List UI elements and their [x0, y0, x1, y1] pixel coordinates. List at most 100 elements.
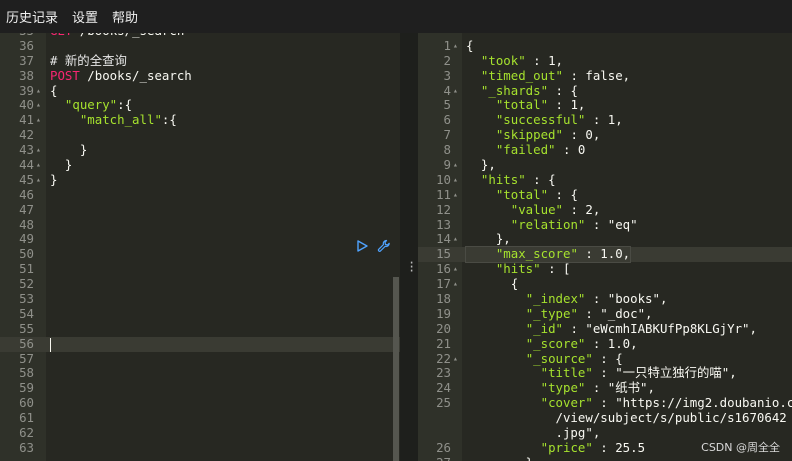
request-line-number: 54 [19, 305, 34, 321]
code-token: "_id" [525, 320, 563, 336]
response-line[interactable]: 11 ▴ "total" : { [418, 186, 792, 203]
response-line[interactable]: 20 "_id" : "eWcmhIABKUfPp8KLGjYr", [418, 320, 792, 337]
request-code: # 新的全查询 [50, 53, 127, 69]
fold-arrow-icon[interactable]: ▴ [453, 277, 458, 292]
menu-help[interactable]: 帮助 [112, 7, 138, 26]
response-line[interactable]: 18 "_index" : "books", [418, 291, 792, 307]
response-line[interactable]: 17 ▴ { [418, 276, 792, 292]
code-token: } [466, 455, 533, 461]
request-line-number: 49 [19, 231, 34, 247]
request-line[interactable]: 55 [0, 321, 400, 337]
fold-arrow-icon[interactable]: ▴ [36, 84, 41, 99]
play-triangle-icon[interactable] [355, 239, 369, 253]
request-line[interactable]: 40 ▴ "query":{ [0, 98, 400, 113]
request-line[interactable]: 39 ▴ { [0, 83, 400, 99]
request-line[interactable]: 41 ▴ "match_all":{ [0, 112, 400, 128]
splitter-handle-icon[interactable]: · · · [408, 257, 415, 277]
response-line-number: 27 [418, 455, 451, 461]
request-line[interactable]: 58 [0, 366, 400, 381]
response-code: "type" : "纸书", [466, 380, 655, 396]
request-line[interactable]: 49 [0, 232, 400, 247]
request-line[interactable]: 63 [0, 440, 400, 456]
code-token: : 1, [585, 112, 623, 128]
response-line-number: 13 [436, 216, 451, 232]
request-line-number: 36 [19, 37, 34, 53]
request-line[interactable]: 42 [0, 127, 400, 143]
request-line[interactable]: 50 [0, 246, 400, 262]
request-line[interactable]: 60 [0, 395, 400, 411]
fold-arrow-icon[interactable]: ▴ [453, 158, 458, 173]
request-scrollbar[interactable] [392, 33, 400, 461]
fold-arrow-icon[interactable]: ▴ [453, 262, 458, 277]
request-line[interactable]: 54 [0, 305, 400, 322]
code-token: : "books", [585, 291, 668, 307]
request-scrollbar-thumb[interactable] [393, 277, 399, 461]
response-line[interactable]: 12 "value" : 2, [418, 202, 792, 218]
fold-arrow-icon[interactable]: ▴ [453, 232, 458, 247]
response-line[interactable]: 4 ▴ "_shards" : { [418, 83, 792, 99]
response-code: "max_score" : 1.0, [464, 246, 632, 264]
request-line[interactable]: 61 [0, 410, 400, 426]
request-line[interactable]: 51 [0, 261, 400, 277]
fold-arrow-icon[interactable]: ▴ [36, 98, 41, 113]
fold-arrow-icon[interactable]: ▴ [36, 113, 41, 128]
response-line[interactable]: 13 "relation" : "eq" [418, 216, 792, 233]
response-line[interactable]: 23 "title" : "一只特立独行的喵", [418, 366, 792, 381]
request-editor[interactable]: 35GET /books/_search3637# 新的全查询38POST /b… [0, 33, 400, 461]
fold-arrow-icon[interactable]: ▴ [453, 352, 458, 367]
request-line[interactable]: 46 [0, 187, 400, 203]
request-line[interactable]: 52 [0, 276, 400, 292]
request-line[interactable]: 48 [0, 217, 400, 233]
response-line[interactable]: 16 ▴ "hits" : [ [418, 261, 792, 277]
response-line[interactable]: 24 "type" : "纸书", [418, 380, 792, 396]
response-line[interactable]: 6 "successful" : 1, [418, 112, 792, 128]
response-code: "_id" : "eWcmhIABKUfPp8KLGjYr", [466, 320, 757, 337]
request-line[interactable]: 38 POST /books/_search [0, 68, 400, 84]
code-token: : "https://img2.doubanio.com [592, 395, 792, 411]
request-line[interactable]: 57 [0, 351, 400, 367]
response-line[interactable]: 22 ▴ "_source" : { [418, 351, 792, 367]
pane-splitter[interactable]: · · · [400, 33, 418, 461]
code-token: : 0, [562, 127, 601, 143]
request-line[interactable]: 56 [0, 336, 400, 352]
response-line[interactable]: 15 "max_score" : 1.0, [418, 246, 792, 264]
response-line[interactable]: 9 ▴ }, [418, 157, 792, 173]
menu-history[interactable]: 历史记录 [6, 7, 58, 26]
response-line[interactable]: 7 "skipped" : 0, [418, 127, 792, 143]
fold-arrow-icon[interactable]: ▴ [453, 188, 458, 203]
response-line[interactable]: 25 "cover" : "https://img2.doubanio.com [418, 395, 792, 411]
response-line-number: 18 [436, 291, 451, 307]
response-line[interactable]: 10 ▴ "hits" : { [418, 172, 792, 188]
fold-arrow-icon[interactable]: ▴ [453, 84, 458, 99]
response-line[interactable]: /view/subject/s/public/s1670642 [418, 410, 792, 426]
response-line[interactable]: 1 ▴ { [418, 38, 792, 54]
request-line[interactable]: 45 ▴} [0, 172, 400, 188]
request-line[interactable]: 53 [0, 291, 400, 307]
request-line[interactable]: 59 [0, 380, 400, 396]
request-line[interactable]: 47 [0, 202, 400, 218]
wrench-icon[interactable] [377, 239, 391, 253]
fold-arrow-icon[interactable]: ▴ [36, 158, 41, 173]
request-line[interactable]: 44 ▴ } [0, 157, 400, 173]
fold-arrow-icon[interactable]: ▴ [36, 143, 41, 158]
fold-arrow-icon[interactable]: ▴ [36, 173, 41, 188]
response-line-number: 11 [436, 186, 451, 202]
fold-arrow-icon[interactable]: ▴ [453, 39, 458, 54]
response-line[interactable]: 8 "failed" : 0 [418, 142, 792, 158]
code-token: "_index" [525, 291, 586, 307]
request-line[interactable]: 37 # 新的全查询 [0, 53, 400, 69]
request-line[interactable]: 36 [0, 37, 400, 54]
fold-arrow-icon[interactable]: ▴ [453, 173, 458, 188]
response-line[interactable]: 21 "_score" : 1.0, [418, 336, 792, 352]
request-line[interactable]: 43 ▴ } [0, 142, 400, 158]
request-line[interactable]: 62 [0, 425, 400, 441]
response-line[interactable]: 2 "took" : 1, [418, 53, 792, 69]
response-line[interactable]: 19 "_type" : "_doc", [418, 306, 792, 322]
fold-arrow-icon[interactable]: ▴ [453, 456, 458, 461]
menu-settings[interactable]: 设置 [72, 7, 98, 26]
response-line[interactable]: 3 "timed_out" : false, [418, 68, 792, 84]
response-line[interactable]: 27▴ } [418, 455, 792, 461]
response-line[interactable]: 5 "total" : 1, [418, 98, 792, 113]
response-editor[interactable]: 1 ▴{2 "took" : 1, 3 "timed_out" : false, 4 ▴… [418, 33, 792, 461]
response-line[interactable]: 14 ▴ }, [418, 232, 792, 247]
